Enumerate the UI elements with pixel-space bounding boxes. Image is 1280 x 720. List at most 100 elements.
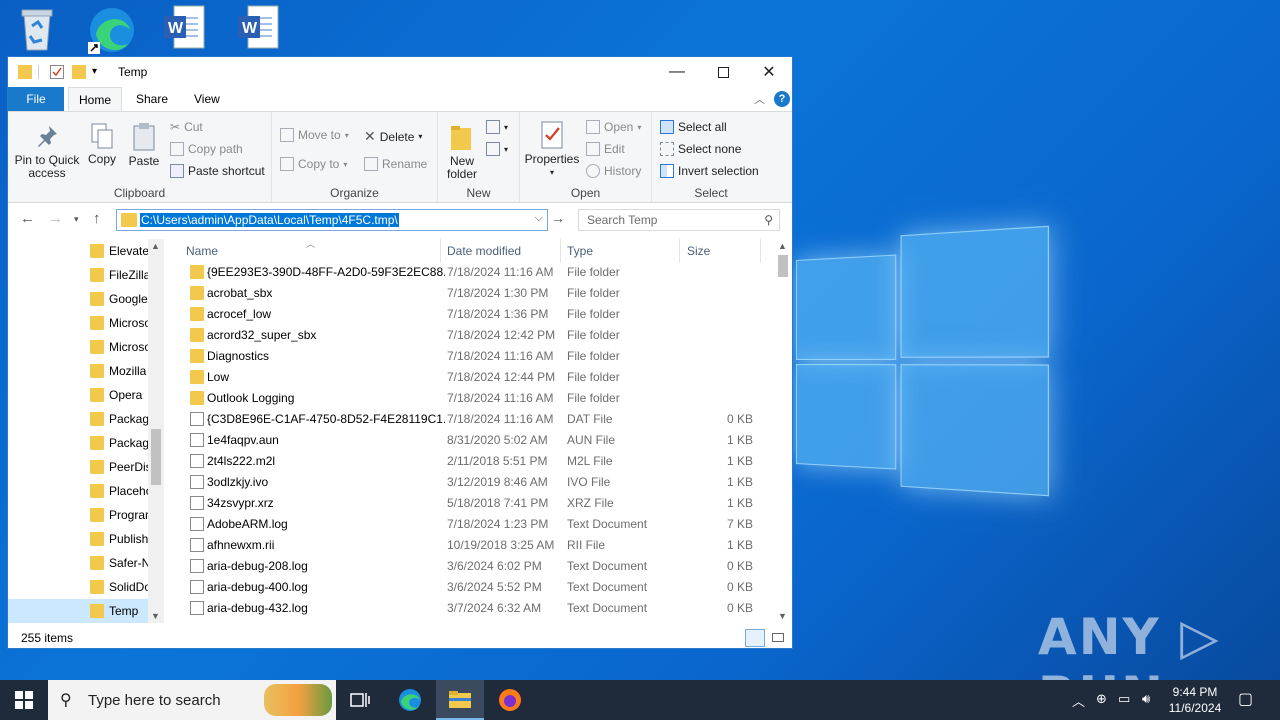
nav-item[interactable]: Elevate	[8, 239, 149, 263]
nav-item[interactable]: PeerDis	[8, 455, 152, 479]
title-bar[interactable]: ▾ Temp — ✕	[8, 57, 792, 87]
nav-item[interactable]: Packag	[8, 431, 149, 455]
new-item-button[interactable]: ▾	[486, 120, 508, 134]
forward-button[interactable]: →	[48, 210, 63, 227]
close-button[interactable]: ✕	[746, 57, 792, 87]
word-document-icon[interactable]: W	[162, 4, 214, 56]
list-scrollbar[interactable]: ▲ ▼	[775, 239, 792, 623]
nav-item[interactable]: SolidDo	[8, 575, 151, 599]
file-row[interactable]: afhnewxm.rii 10/19/2018 3:25 AM RII File 1 …	[168, 535, 768, 556]
nav-item[interactable]: Safer-N	[8, 551, 150, 575]
notifications-icon[interactable]: ▢	[1238, 689, 1253, 709]
file-row[interactable]: aria-debug-208.log 3/6/2024 6:02 PM Text D…	[168, 556, 768, 577]
address-path[interactable]: C:\Users\admin\AppData\Local\Temp\4F5C.t…	[140, 213, 399, 227]
nav-scrollbar[interactable]: ▲ ▼	[148, 239, 164, 623]
nav-item[interactable]: Microso	[8, 311, 151, 335]
go-button[interactable]: →	[551, 210, 565, 226]
help-icon[interactable]: ?	[774, 91, 790, 107]
scroll-up-arrow[interactable]: ▲	[151, 241, 160, 251]
history-button[interactable]: History	[586, 164, 641, 178]
scroll-up-arrow[interactable]: ▲	[778, 241, 787, 251]
address-bar[interactable]: C:\Users\admin\AppData\Local\Temp\4F5C.t…	[116, 209, 548, 231]
volume-icon[interactable]: 🔊︎	[1142, 691, 1150, 707]
recycle-bin-icon[interactable]	[12, 4, 64, 56]
copy-button[interactable]: Copy	[86, 122, 118, 166]
file-row[interactable]: aria-debug-432.log 3/7/2024 6:32 AM Text D…	[168, 598, 768, 619]
edge-shortcut-icon[interactable]	[86, 4, 138, 56]
file-row[interactable]: aria-debug-400.log 3/6/2024 5:52 PM Text D…	[168, 577, 768, 598]
pin-quick-access-button[interactable]: Pin to Quick access	[14, 124, 80, 180]
large-icons-view-button[interactable]	[768, 629, 788, 647]
column-type[interactable]: Type	[567, 239, 593, 263]
properties-quick-icon[interactable]	[50, 65, 64, 79]
network-icon[interactable]: ▭	[1118, 691, 1130, 707]
nav-item[interactable]: Opera	[8, 383, 149, 407]
column-size[interactable]: Size	[687, 239, 710, 263]
nav-item[interactable]: Microso	[8, 335, 151, 359]
nav-item[interactable]: Google	[8, 287, 149, 311]
maximize-button[interactable]	[700, 57, 746, 87]
list-scroll-thumb[interactable]	[778, 255, 788, 277]
scroll-down-arrow[interactable]: ▼	[151, 611, 160, 621]
copy-path-button[interactable]: Copy path	[170, 142, 243, 156]
delete-button[interactable]: ✕ Delete ▾	[364, 128, 422, 145]
paste-button[interactable]: Paste	[126, 122, 162, 168]
file-row[interactable]: acrobat_sbx 7/18/2024 1:30 PM File folder	[168, 283, 768, 304]
nav-item[interactable]: Publish	[8, 527, 149, 551]
up-button[interactable]: ↑	[93, 210, 101, 227]
tab-view[interactable]: View	[184, 87, 230, 111]
file-row[interactable]: 34zsvypr.xrz 5/18/2018 7:41 PM XRZ File 1 K…	[168, 493, 768, 514]
file-row[interactable]: {C3D8E96E-C1AF-4750-8D52-F4E28119C1... 7/…	[168, 409, 768, 430]
file-row[interactable]: acrord32_super_sbx 7/18/2024 12:42 PM File…	[168, 325, 768, 346]
chevron-up-icon[interactable]: ︿	[1072, 691, 1085, 710]
file-row[interactable]: Outlook Logging 7/18/2024 11:16 AM File fo…	[168, 388, 768, 409]
network-drive-icon[interactable]: ⊕	[1096, 691, 1107, 707]
nav-item[interactable]: Mozilla	[8, 359, 149, 383]
tab-share[interactable]: Share	[126, 87, 178, 111]
column-date[interactable]: Date modified	[447, 239, 521, 263]
invert-selection-button[interactable]: Invert selection	[660, 164, 759, 178]
nav-item[interactable]: Prograr	[8, 503, 149, 527]
chevron-down-icon[interactable]: ⌵	[535, 212, 543, 225]
move-to-button[interactable]: Move to ▾	[280, 128, 349, 142]
tab-home[interactable]: Home	[68, 87, 123, 111]
word-document-icon-2[interactable]: W	[236, 4, 288, 56]
task-view-button[interactable]	[336, 680, 384, 720]
nav-item[interactable]: Placeho	[8, 479, 152, 503]
new-folder-quick-icon[interactable]	[72, 65, 86, 79]
customize-quick-access-icon[interactable]: ▾	[92, 66, 102, 80]
paste-shortcut-button[interactable]: Paste shortcut	[170, 164, 265, 178]
nav-item[interactable]: FileZilla	[8, 263, 150, 287]
nav-scroll-thumb[interactable]	[151, 429, 161, 485]
nav-item[interactable]: Packag	[8, 407, 149, 431]
taskbar-search[interactable]: ⚲ Type here to search	[48, 680, 336, 720]
start-button[interactable]	[0, 680, 48, 720]
column-name[interactable]: Name	[186, 239, 218, 263]
collapse-ribbon-icon[interactable]: ︿	[754, 91, 765, 107]
new-folder-button[interactable]: New folder	[442, 122, 482, 181]
file-row[interactable]: 3odlzkjy.ivo 3/12/2019 8:46 AM IVO File 1 K…	[168, 472, 768, 493]
file-row[interactable]: AdobeARM.log 7/18/2024 1:23 PM Text Docume…	[168, 514, 768, 535]
edge-taskbar-button[interactable]	[386, 680, 434, 720]
file-row[interactable]: 2t4ls222.m2l 2/11/2018 5:51 PM M2L File 1 K…	[168, 451, 768, 472]
nav-item[interactable]: Temp	[8, 599, 149, 623]
file-row[interactable]: {9EE293E3-390D-48FF-A2D0-59F3E2EC88... 7/…	[168, 262, 768, 283]
copy-to-button[interactable]: Copy to ▾	[280, 157, 347, 171]
file-explorer-taskbar-button[interactable]	[436, 680, 484, 720]
tab-file[interactable]: File	[8, 87, 64, 111]
cut-button[interactable]: ✂ Cut	[170, 120, 203, 134]
open-button[interactable]: Open ▾	[586, 120, 641, 134]
file-row[interactable]: Diagnostics 7/18/2024 11:16 AM File folder	[168, 346, 768, 367]
minimize-button[interactable]: —	[654, 57, 700, 87]
file-row[interactable]: 1e4faqpv.aun 8/31/2020 5:02 AM AUN File 1 K…	[168, 430, 768, 451]
select-all-button[interactable]: Select all	[660, 120, 727, 134]
scroll-down-arrow[interactable]: ▼	[778, 611, 787, 621]
easy-access-button[interactable]: ▾	[486, 142, 508, 156]
search-box[interactable]: Search Temp ⚲	[578, 209, 780, 231]
select-none-button[interactable]: Select none	[660, 142, 741, 156]
rename-button[interactable]: Rename	[364, 157, 427, 171]
properties-button[interactable]: Properties ▾	[524, 120, 580, 179]
clock[interactable]: 9:44 PM 11/6/2024	[1160, 684, 1230, 716]
edit-button[interactable]: Edit	[586, 142, 625, 156]
back-button[interactable]: ←	[20, 210, 35, 227]
